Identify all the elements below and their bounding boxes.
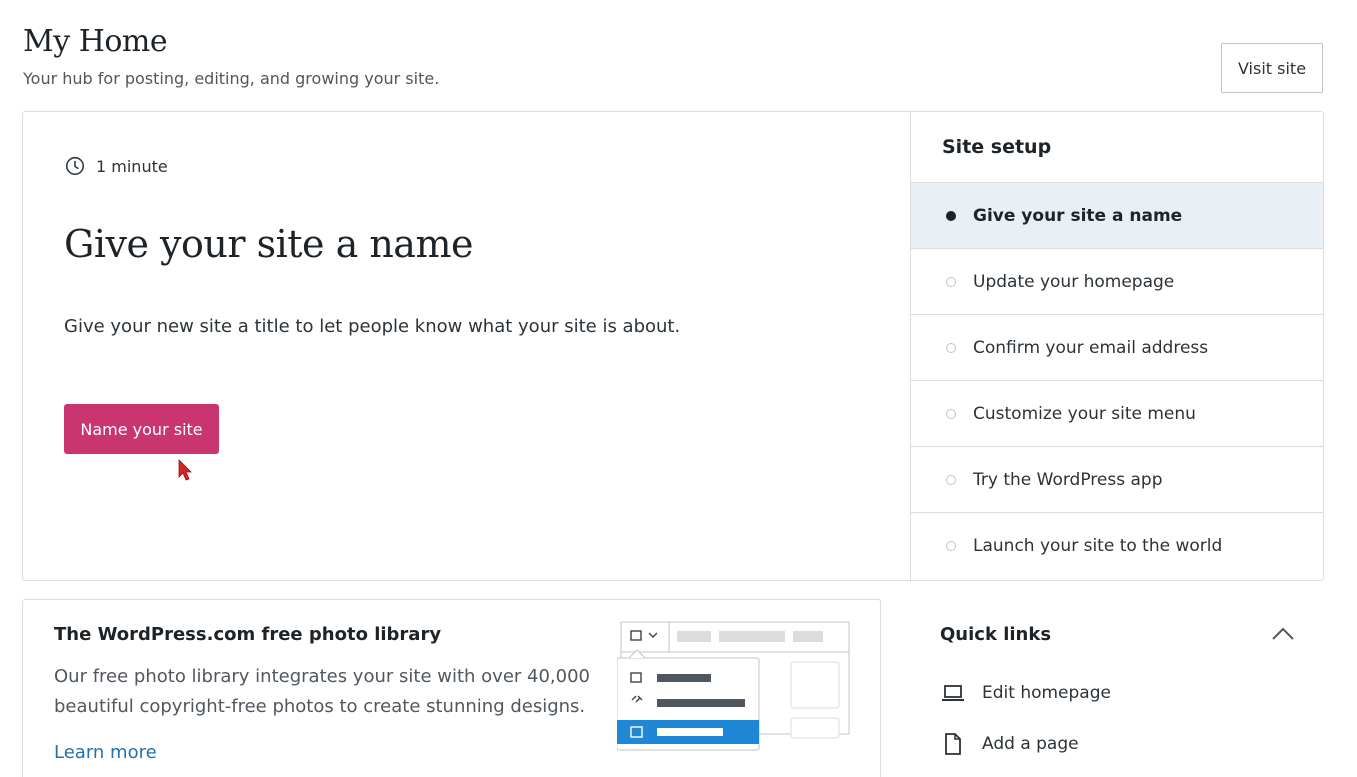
chevron-up-icon[interactable]	[1269, 622, 1297, 646]
setup-status-bullet	[946, 210, 956, 221]
learn-more-link[interactable]: Learn more	[54, 742, 157, 763]
setup-item-customize-menu[interactable]: Customize your site menu	[911, 381, 1323, 447]
setup-status-bullet	[946, 474, 956, 485]
name-your-site-button[interactable]: Name your site	[64, 404, 219, 454]
page-icon	[945, 733, 961, 755]
setup-item-update-homepage[interactable]: Update your homepage	[911, 249, 1323, 315]
setup-item-confirm-email[interactable]: Confirm your email address	[911, 315, 1323, 381]
page-subtitle: Your hub for posting, editing, and growi…	[23, 69, 440, 88]
setup-item-label: Customize your site menu	[973, 403, 1196, 424]
quick-link-edit-homepage[interactable]: Edit homepage	[940, 680, 1111, 706]
setup-item-label: Launch your site to the world	[973, 536, 1223, 556]
photo-library-card: The WordPress.com free photo library Our…	[22, 599, 881, 777]
setup-item-label: Update your homepage	[973, 271, 1175, 292]
site-setup-card: 1 minute Give your site a name Give your…	[22, 111, 1324, 581]
laptop-icon	[942, 685, 964, 701]
quick-link-label: Add a page	[982, 734, 1079, 754]
photo-library-title: The WordPress.com free photo library	[54, 624, 442, 645]
task-title: Give your site a name	[64, 222, 473, 266]
setup-item-give-site-name[interactable]: Give your site a name	[911, 183, 1323, 249]
quick-link-add-page[interactable]: Add a page	[940, 731, 1079, 757]
setup-item-label: Give your site a name	[973, 205, 1183, 226]
mouse-pointer-icon	[178, 459, 192, 481]
setup-status-bullet	[946, 408, 956, 419]
setup-item-wordpress-app[interactable]: Try the WordPress app	[911, 447, 1323, 513]
quick-links-title: Quick links	[940, 624, 1052, 645]
task-duration: 1 minute	[64, 155, 168, 177]
task-description: Give your new site a title to let people…	[64, 316, 681, 337]
visit-site-button[interactable]: Visit site	[1221, 43, 1323, 93]
setup-status-bullet	[946, 541, 956, 551]
photo-library-description: Our free photo library integrates your s…	[54, 666, 590, 717]
site-setup-list: Site setup Give your site a name Update …	[910, 112, 1323, 580]
task-panel: 1 minute Give your site a name Give your…	[23, 112, 911, 580]
quick-links-card: Quick links Edit homepage Add a page	[912, 600, 1324, 777]
site-setup-heading: Site setup	[911, 112, 1323, 183]
setup-item-launch-site[interactable]: Launch your site to the world	[911, 513, 1323, 579]
setup-item-label: Confirm your email address	[973, 337, 1209, 358]
quick-link-label: Edit homepage	[982, 683, 1111, 703]
photo-library-illustration	[617, 621, 850, 751]
setup-status-bullet	[946, 342, 956, 353]
setup-status-bullet	[946, 276, 956, 287]
setup-item-label: Try the WordPress app	[973, 469, 1163, 490]
page-title: My Home	[23, 24, 168, 59]
task-duration-label: 1 minute	[96, 156, 168, 176]
clock-icon	[65, 156, 85, 176]
